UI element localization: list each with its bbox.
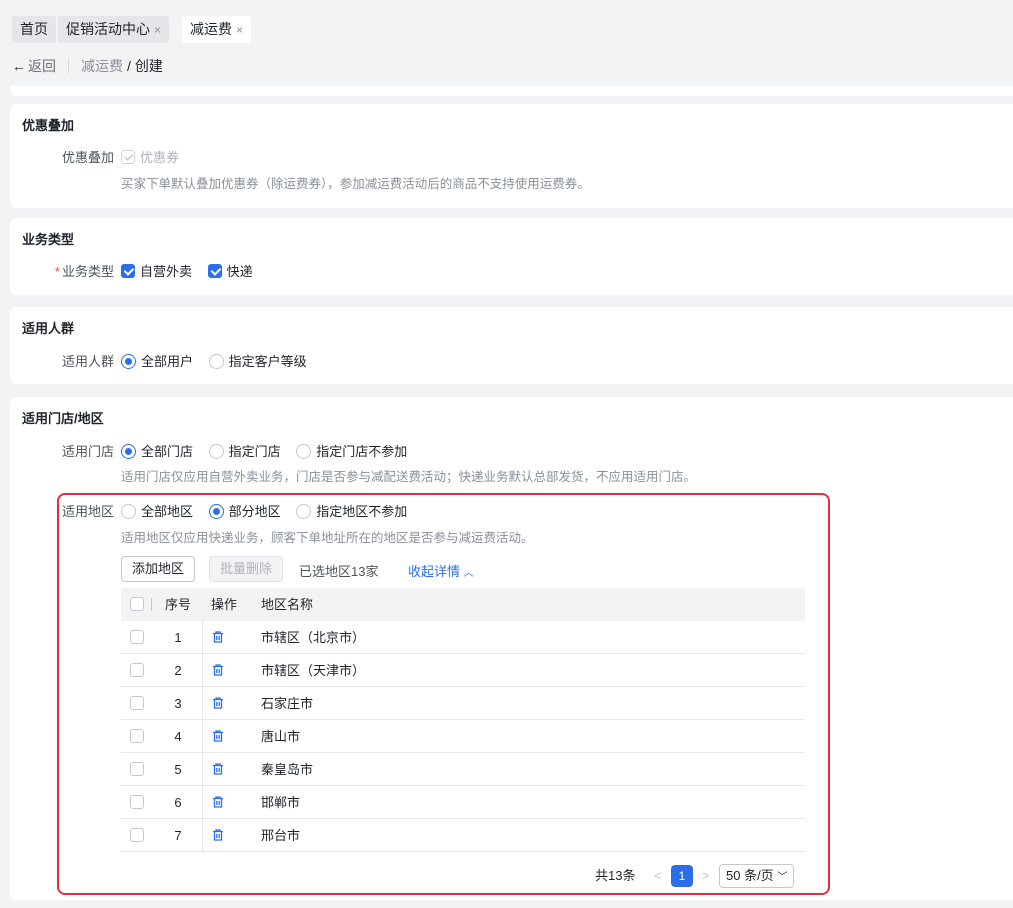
section-title: 适用人群 (22, 321, 75, 336)
field-label: 适用门店 (61, 444, 114, 459)
breadcrumb-separator: / (127, 58, 131, 74)
close-icon[interactable]: × (154, 23, 161, 37)
tab-home[interactable]: 首页 (12, 16, 56, 43)
radio-icon (121, 444, 136, 459)
field-label: 优惠叠加 (61, 150, 114, 165)
discount-stack-card: 优惠叠加 优惠叠加 优惠券 买家下单默认叠加优惠券（除运费券），参加减运费活动后… (10, 104, 1013, 208)
field-label: * 业务类型 (54, 264, 114, 279)
checkbox-icon (121, 150, 135, 164)
radio-exclude-stores[interactable]: 指定门店不参加 (296, 444, 407, 459)
radio-all-users[interactable]: 全部用户 (121, 354, 193, 369)
store-options: 全部门店 指定门店 指定门店不参加 (121, 441, 419, 460)
highlight-box (57, 493, 830, 895)
close-icon[interactable]: × (236, 23, 243, 37)
coupon-checkbox: 优惠券 (121, 147, 179, 166)
radio-icon (121, 354, 136, 369)
previous-section-card (10, 86, 1013, 96)
radio-icon (208, 444, 224, 459)
business-type-options: 自营外卖 快递 (121, 261, 265, 280)
radio-all-stores[interactable]: 全部门店 (121, 444, 193, 459)
tab-promotion-center[interactable]: 促销活动中心 × (58, 16, 170, 43)
checkbox-icon (121, 264, 135, 278)
breadcrumb-parent[interactable]: 减运费 (81, 58, 123, 74)
radio-icon (208, 354, 224, 369)
tab-label: 首页 (20, 21, 48, 37)
section-title: 优惠叠加 (22, 118, 75, 133)
radio-customer-level[interactable]: 指定客户等级 (208, 354, 307, 369)
section-title: 业务类型 (22, 232, 75, 247)
section-title: 适用门店/地区 (22, 411, 104, 426)
radio-specified-stores[interactable]: 指定门店 (208, 444, 281, 459)
required-mark: * (54, 264, 60, 279)
radio-icon (296, 444, 312, 459)
breadcrumb: ← 返回 减运费 / 创建 (12, 56, 163, 76)
arrow-left-icon: ← (12, 58, 26, 74)
business-type-card: 业务类型 * 业务类型 自营外卖 快递 (10, 218, 1013, 295)
discount-stack-hint: 买家下单默认叠加优惠券（除运费券），参加减运费活动后的商品不支持使用运费券。 (121, 177, 590, 191)
audience-card: 适用人群 适用人群 全部用户 指定客户等级 (10, 307, 1013, 384)
tab-reduce-shipping[interactable]: 减运费 × (182, 16, 252, 43)
checkbox-self-delivery[interactable]: 自营外卖 (121, 264, 192, 279)
tab-label: 促销活动中心 (66, 21, 150, 37)
tab-label: 减运费 (190, 21, 232, 37)
breadcrumb-current: 创建 (134, 58, 163, 74)
store-hint: 适用门店仅应用自营外卖业务，门店是否参与减配送费活动；快递业务默认总部发货，不应… (121, 470, 697, 484)
checkbox-icon (207, 264, 222, 278)
checkbox-express[interactable]: 快递 (207, 264, 253, 279)
back-link[interactable]: ← 返回 (12, 58, 56, 74)
tab-bar: 首页 促销活动中心 × 减运费 × (0, 0, 1013, 48)
divider (68, 59, 69, 73)
audience-options: 全部用户 指定客户等级 (121, 351, 319, 370)
field-label: 适用人群 (61, 354, 114, 369)
